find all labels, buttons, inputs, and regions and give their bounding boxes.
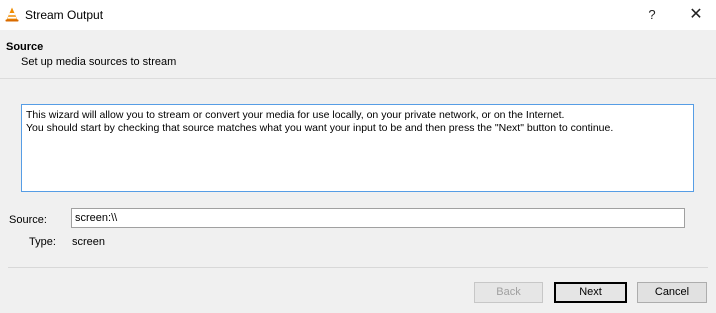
source-label: Source: <box>9 214 47 226</box>
wizard-header: Source Set up media sources to stream <box>0 30 716 78</box>
source-input[interactable] <box>71 208 685 228</box>
title-bar: Stream Output ? ✕ <box>0 0 716 30</box>
footer-divider <box>8 267 708 268</box>
page-title: Source <box>6 41 44 53</box>
info-line-1: This wizard will allow you to stream or … <box>26 109 565 121</box>
cancel-button[interactable]: Cancel <box>637 282 707 303</box>
window-title: Stream Output <box>25 8 104 22</box>
close-button[interactable]: ✕ <box>684 4 708 26</box>
type-label: Type: <box>29 236 56 248</box>
info-line-2: You should start by checking that source… <box>26 122 614 134</box>
next-button[interactable]: Next <box>554 282 627 303</box>
type-value: screen <box>72 236 106 248</box>
page-subtitle: Set up media sources to stream <box>21 56 177 68</box>
info-text-box[interactable]: This wizard will allow you to stream or … <box>21 104 694 192</box>
help-button[interactable]: ? <box>640 4 664 26</box>
back-button[interactable]: Back <box>474 282 543 303</box>
vlc-cone-icon <box>5 7 19 22</box>
